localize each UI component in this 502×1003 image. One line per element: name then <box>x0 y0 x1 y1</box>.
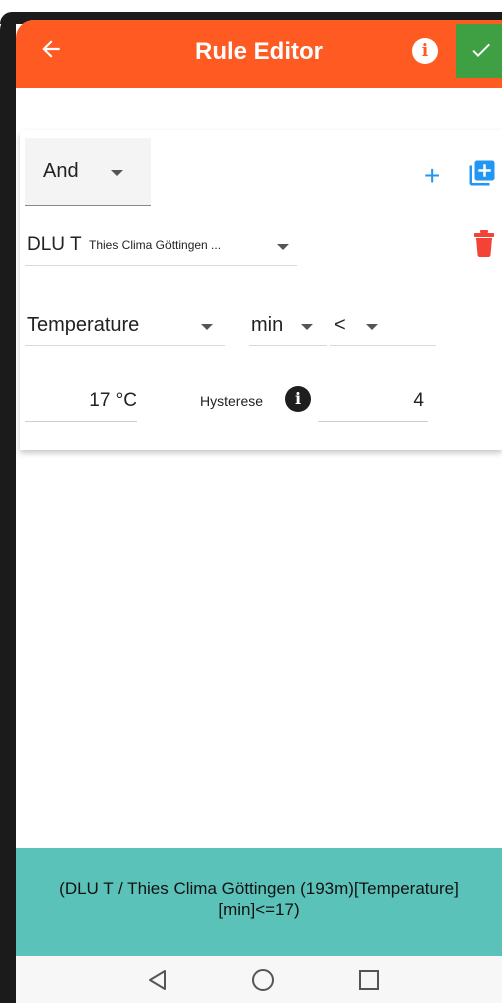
threshold-input[interactable]: 17 °C <box>25 380 137 422</box>
info-icon[interactable]: i <box>412 38 438 64</box>
aggregation-dropdown[interactable]: min <box>249 306 327 346</box>
confirm-button[interactable] <box>456 24 502 78</box>
sensor-dropdown[interactable]: DLU T Thies Clima Göttingen ... <box>25 228 297 266</box>
chevron-down-icon <box>111 170 123 176</box>
trash-icon[interactable] <box>472 229 496 257</box>
app-bar: Rule Editor i <box>16 20 502 88</box>
sensor-location: Thies Clima Göttingen ... <box>89 238 222 252</box>
comparator-dropdown[interactable]: < <box>330 306 436 346</box>
logic-operator-dropdown[interactable]: And <box>25 138 151 206</box>
measurement-dropdown[interactable]: Temperature <box>25 306 225 346</box>
chevron-down-icon <box>277 244 289 250</box>
aggregation-value: min <box>251 314 284 336</box>
logic-operator-value: And <box>43 160 79 182</box>
phone-frame: Rule Editor i And + DLU T Thies Clima Gö… <box>0 0 502 1003</box>
hysteresis-info-icon[interactable]: i <box>285 386 311 412</box>
screen: Rule Editor i And + DLU T Thies Clima Gö… <box>16 20 502 1003</box>
rule-summary-line1: (DLU T / Thies Clima Göttingen (193m)[Te… <box>59 879 459 898</box>
chevron-down-icon <box>201 324 213 330</box>
nav-recent-icon[interactable] <box>359 970 379 990</box>
comparator-value: < <box>334 314 346 336</box>
nav-home-icon[interactable] <box>252 969 274 991</box>
rule-summary: (DLU T / Thies Clima Göttingen (193m)[Te… <box>16 848 502 956</box>
hysteresis-value: 4 <box>413 390 424 411</box>
rule-summary-line2: [min]<=17) <box>218 900 300 919</box>
add-group-icon[interactable] <box>467 158 499 190</box>
plus-icon[interactable]: + <box>424 162 440 190</box>
check-icon <box>472 43 490 57</box>
threshold-value: 17 °C <box>89 390 137 411</box>
nav-back-icon[interactable] <box>146 968 168 992</box>
hysteresis-input[interactable]: 4 <box>318 380 428 422</box>
system-nav-bar <box>16 956 502 1003</box>
hysteresis-label: Hysterese <box>200 393 264 409</box>
rule-card: And + DLU T Thies Clima Göttingen ... Te… <box>20 130 502 450</box>
sensor-name: DLU T <box>27 234 82 255</box>
chevron-down-icon <box>301 324 313 330</box>
phone-bezel-side <box>0 14 16 1003</box>
chevron-down-icon <box>366 324 378 330</box>
measurement-value: Temperature <box>27 314 140 336</box>
